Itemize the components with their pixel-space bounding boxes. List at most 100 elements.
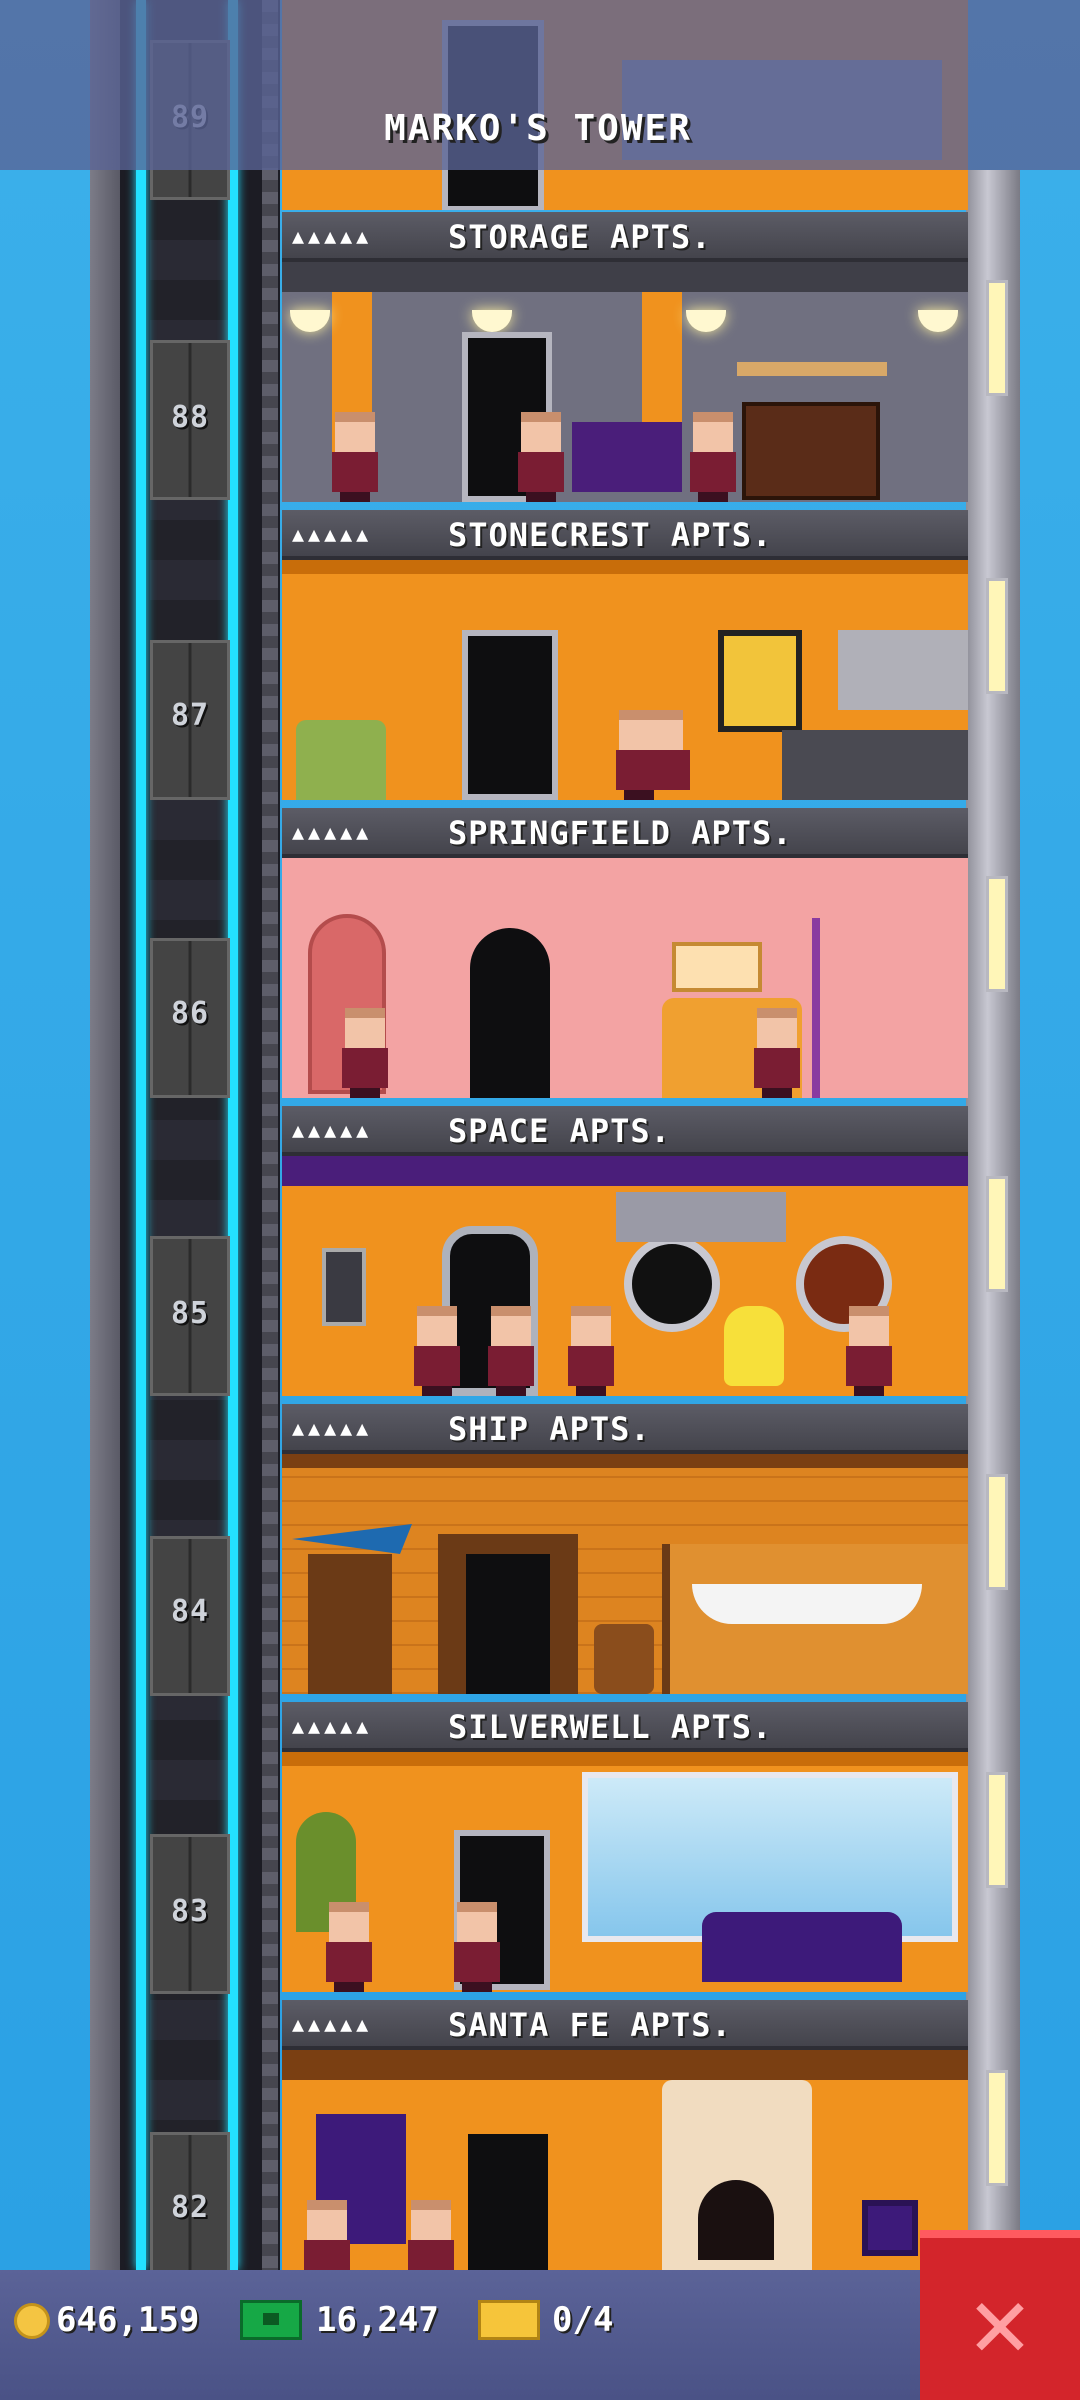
bookcase <box>308 1554 392 1694</box>
floor-rating: ▲▲▲▲▲ <box>292 1118 373 1142</box>
armchair <box>296 720 386 800</box>
marlin-trophy <box>292 1524 412 1554</box>
floor-santa-fe-apts[interactable]: ▲▲▲▲▲ SANTA FE APTS. <box>282 2000 968 2270</box>
close-icon: ✕ <box>969 2263 1031 2380</box>
apartment-door[interactable] <box>466 1554 550 1694</box>
floor-number: 82 <box>170 2190 210 2225</box>
floor-number: 86 <box>170 996 210 1031</box>
ceiling-lamp <box>686 310 726 332</box>
floor-name: STONECREST APTS. <box>448 516 773 554</box>
golden-ticket-icon <box>478 2300 540 2340</box>
ticket-count: 0/4 <box>552 2300 614 2340</box>
floor-room[interactable] <box>282 2050 968 2270</box>
floor-room[interactable] <box>282 1454 968 1694</box>
floor-label-bar: ▲▲▲▲▲ SPRINGFIELD APTS. <box>282 808 968 858</box>
wall-picture <box>672 942 762 992</box>
floor-lamp <box>812 918 820 1098</box>
floor-rating: ▲▲▲▲▲ <box>292 1714 373 1738</box>
floor-name: STORAGE APTS. <box>448 218 712 256</box>
resident[interactable] <box>612 710 692 800</box>
floor-rating: ▲▲▲▲▲ <box>292 1416 373 1440</box>
floor-room[interactable] <box>282 560 968 800</box>
ceiling-beam <box>282 2050 968 2080</box>
floor-number: 84 <box>170 1594 210 1629</box>
floor-rating: ▲▲▲▲▲ <box>292 224 373 248</box>
kitchen-counter <box>782 730 968 800</box>
floor-number: 85 <box>170 1296 210 1331</box>
resident[interactable] <box>484 1306 538 1396</box>
apartment-door[interactable] <box>462 630 558 800</box>
control-panel <box>616 1192 786 1242</box>
resident[interactable] <box>328 412 382 502</box>
resident[interactable] <box>404 2200 458 2270</box>
porthole-window <box>624 1236 720 1332</box>
floor-label-bar: ▲▲▲▲▲ SHIP APTS. <box>282 1404 968 1454</box>
floor-number: 88 <box>170 400 210 435</box>
pillar-light <box>986 280 1008 396</box>
floor-name: SPACE APTS. <box>448 1112 671 1150</box>
resident[interactable] <box>300 2200 354 2270</box>
apartment-door[interactable] <box>468 2134 548 2270</box>
ceiling-lamp <box>290 310 330 332</box>
floor-stonecrest-apts[interactable]: ▲▲▲▲▲ STONECREST APTS. <box>282 510 968 810</box>
resident[interactable] <box>338 1008 392 1098</box>
game-scene[interactable]: 89 88 87 86 85 84 83 82 ▲▲▲▲▲ STORAGE AP… <box>0 0 1080 2400</box>
sofa <box>572 422 682 492</box>
ceiling-pipe <box>282 262 968 292</box>
floor-silverwell-apts[interactable]: ▲▲▲▲▲ SILVERWELL APTS. <box>282 1702 968 2002</box>
barrel <box>594 1624 654 1694</box>
resident[interactable] <box>410 1306 464 1396</box>
ceiling-lamp <box>918 310 958 332</box>
ceiling-trim <box>282 1156 968 1186</box>
floor-room[interactable] <box>282 1752 968 1992</box>
floor-rating: ▲▲▲▲▲ <box>292 522 373 546</box>
wall-picture <box>718 630 802 732</box>
resident[interactable] <box>450 1902 504 1992</box>
pillar-light <box>986 1772 1008 1888</box>
coin-icon <box>14 2303 50 2339</box>
ceiling-trim <box>282 560 968 574</box>
resident[interactable] <box>842 1306 896 1396</box>
tower-header: MARKO'S TOWER <box>0 0 1080 170</box>
bux-count: 16,247 <box>316 2300 439 2340</box>
floor-rating: ▲▲▲▲▲ <box>292 2012 373 2036</box>
floor-name: SPRINGFIELD APTS. <box>448 814 793 852</box>
pillar-light <box>986 1176 1008 1292</box>
floor-room[interactable] <box>282 1156 968 1396</box>
apartment-door[interactable] <box>470 928 550 1098</box>
floor-label-bar: ▲▲▲▲▲ SANTA FE APTS. <box>282 2000 968 2050</box>
floor-room[interactable] <box>282 858 968 1098</box>
resident[interactable] <box>686 412 740 502</box>
shaft-rail <box>262 0 278 2270</box>
pillar-light <box>986 876 1008 992</box>
resident[interactable] <box>750 1008 804 1098</box>
ceiling-trim <box>282 1752 968 1766</box>
resident[interactable] <box>564 1306 618 1396</box>
pillar-light <box>986 578 1008 694</box>
close-button[interactable]: ✕ <box>920 2230 1080 2400</box>
floor-label-bar: ▲▲▲▲▲ STORAGE APTS. <box>282 212 968 262</box>
pillar-light <box>986 1474 1008 1590</box>
floor-storage-apts[interactable]: ▲▲▲▲▲ STORAGE APTS. <box>282 212 968 512</box>
resident[interactable] <box>514 412 568 502</box>
floor-number: 83 <box>170 1894 210 1929</box>
pillar-light <box>986 2070 1008 2186</box>
elevator-cable-left <box>136 0 146 2270</box>
floor-springfield-apts[interactable]: ▲▲▲▲▲ SPRINGFIELD APTS. <box>282 808 968 1108</box>
floor-ship-apts[interactable]: ▲▲▲▲▲ SHIP APTS. <box>282 1404 968 1704</box>
resident[interactable] <box>322 1902 376 1992</box>
chair <box>862 2200 918 2256</box>
kitchen-cabinet <box>838 630 968 710</box>
floor-label-bar: ▲▲▲▲▲ SILVERWELL APTS. <box>282 1702 968 1752</box>
bookshelf <box>737 362 887 376</box>
tower-title: MARKO'S TOWER <box>384 108 692 149</box>
floor-label-bar: ▲▲▲▲▲ SPACE APTS. <box>282 1106 968 1156</box>
tower-bux-icon <box>240 2300 302 2340</box>
floor-number: 87 <box>170 698 210 733</box>
astronaut[interactable] <box>724 1306 784 1386</box>
floor-space-apts[interactable]: ▲▲▲▲▲ SPACE APTS. <box>282 1106 968 1406</box>
television <box>742 402 880 500</box>
floor-name: SANTA FE APTS. <box>448 2006 732 2044</box>
coin-count: 646,159 <box>56 2300 200 2340</box>
floor-room[interactable] <box>282 262 968 502</box>
